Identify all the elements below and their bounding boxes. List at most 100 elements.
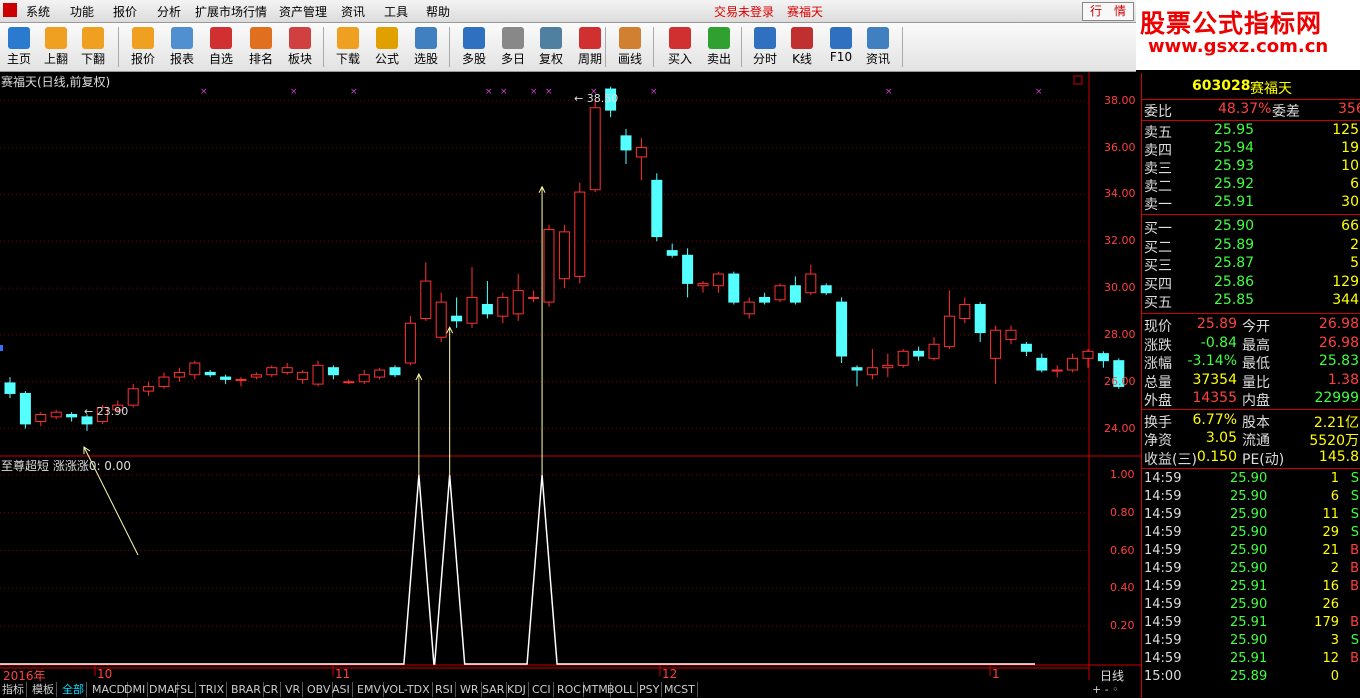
toolbar-button-10[interactable]: 选股 (407, 25, 445, 69)
toolbar-button-19[interactable]: K线 (783, 25, 821, 69)
indicator-tab-2[interactable]: 全部 (60, 682, 87, 697)
indicator-tab-4[interactable]: DMI (122, 682, 149, 697)
tick-row: 14:59 25.91 16 B (1144, 579, 1359, 594)
menu-item-5[interactable]: 资产管理 (279, 3, 327, 20)
toolbar-label: 排名 (248, 52, 273, 66)
toolbar-icon-19 (791, 27, 813, 49)
candle-body (220, 376, 232, 380)
price-tick-label: 38.00 (1104, 93, 1136, 107)
menu-item-4[interactable]: 扩展市场行情 (195, 3, 267, 20)
toolbar-button-18[interactable]: 分时 (746, 25, 784, 69)
candle-body (682, 254, 694, 284)
toolbar-label: 资讯 (865, 52, 890, 66)
toolbar-label: 复权 (538, 52, 563, 66)
indicator-tab-17[interactable]: SAR (480, 682, 508, 697)
toolbar-icon-8 (337, 27, 359, 49)
indicator-tab-18[interactable]: KDJ (505, 682, 529, 697)
toolbar-icon-2 (82, 27, 104, 49)
sell-level-2: 卖二 25.92 6 (1144, 176, 1359, 195)
login-status[interactable]: 交易未登录 (714, 3, 774, 20)
indicator-tab-7[interactable]: TRIX (197, 682, 228, 697)
menu-item-7[interactable]: 工具 (384, 3, 408, 20)
indicator-tab-6[interactable]: FSL (172, 682, 197, 697)
zoom-controls[interactable]: + - ◦ (1092, 683, 1136, 698)
candle-body (235, 378, 247, 381)
quote-button[interactable]: 行 情 (1082, 2, 1134, 21)
indicator-tab-19[interactable]: CCI (530, 682, 554, 697)
brand-title: 股票公式指标网 (1140, 9, 1323, 38)
candle-body (928, 343, 940, 359)
indicator-tab-16[interactable]: WR (458, 682, 482, 697)
candle-body (327, 367, 339, 376)
tick-row: 14:59 25.90 26 (1144, 597, 1339, 612)
toolbar-button-8[interactable]: 下载 (329, 25, 367, 69)
toolbar-button-1[interactable]: 上翻 (37, 25, 75, 69)
price-tick-label: 30.00 (1104, 281, 1136, 295)
toolbar-button-7[interactable]: 板块 (281, 25, 319, 69)
chart-area[interactable]: × × × × × × × × × × ×← 38.50← 23.90 (0, 72, 1141, 682)
candle-body (805, 273, 817, 294)
toolbar-button-0[interactable]: 主页 (0, 25, 38, 69)
candle-body (312, 364, 324, 385)
toolbar-label: 公式 (374, 52, 399, 66)
date-label: 11 (335, 667, 351, 681)
buy-level-4: 买四 25.86 129 (1144, 273, 1359, 293)
toolbar-button-12[interactable]: 多日 (494, 25, 532, 69)
candle-body (404, 322, 416, 364)
indicator-tab-23[interactable]: PSY (637, 682, 663, 697)
menu-item-2[interactable]: 报价 (113, 3, 137, 20)
svg-text:×: × (290, 87, 298, 97)
menu-item-6[interactable]: 资讯 (341, 3, 365, 20)
candle-body (281, 367, 293, 373)
toolbar-button-9[interactable]: 公式 (368, 25, 406, 69)
stock-header: 603028 赛福天 (1142, 78, 1360, 97)
toolbar-icon-11 (463, 27, 485, 49)
stat-row-3: 总量 37354 量比 1.38 (1144, 371, 1359, 391)
menu-item-3[interactable]: 分析 (157, 3, 181, 20)
candle-body (943, 315, 955, 348)
toolbar-button-16[interactable]: 买入 (661, 25, 699, 69)
toolbar-button-11[interactable]: 多股 (455, 25, 493, 69)
indicator-tab-15[interactable]: RSI (433, 682, 456, 697)
candle-body (959, 303, 971, 320)
candle-body (250, 374, 262, 378)
candle-body (1005, 329, 1017, 341)
toolbar-button-6[interactable]: 排名 (242, 25, 280, 69)
tick-row: 14:59 25.90 2 B (1144, 561, 1359, 576)
indicator-tab-12[interactable]: ASI (330, 682, 353, 697)
toolbar-button-15[interactable]: 画线 (611, 25, 649, 69)
menu-item-8[interactable]: 帮助 (426, 3, 450, 20)
tick-row: 14:59 25.91 12 B (1144, 651, 1359, 666)
toolbar-button-3[interactable]: 报价 (124, 25, 162, 69)
menu-item-0[interactable]: 系统 (26, 3, 50, 20)
sell-level-4: 卖四 25.94 19 (1144, 140, 1359, 159)
buy-level-1: 买一 25.90 66 (1144, 218, 1359, 237)
indicator-tab-9[interactable]: CR (261, 682, 282, 697)
toolbar-button-2[interactable]: 下翻 (74, 25, 112, 69)
candle-body (173, 371, 185, 378)
candle-body (697, 282, 709, 287)
toolbar-button-21[interactable]: 资讯 (859, 25, 897, 69)
indicator-tab-8[interactable]: BRAR (229, 682, 264, 697)
indicator-tab-10[interactable]: VR (283, 682, 304, 697)
candle-body (204, 371, 216, 376)
toolbar-button-17[interactable]: 卖出 (700, 25, 738, 69)
candle-body (420, 280, 432, 320)
indicator-tab-14[interactable]: VOL-TDX (380, 682, 433, 697)
indicator-tab-1[interactable]: 模板 (30, 682, 57, 697)
indicator-tab-0[interactable]: 指标 (0, 682, 27, 697)
toolbar-button-4[interactable]: 报表 (163, 25, 201, 69)
date-label: 10 (97, 667, 113, 681)
indicator-tab-22[interactable]: BOLL (605, 682, 639, 697)
brand-banner: 股票公式指标网 www.gsxz.com.cn (1136, 0, 1360, 70)
indicator-tab-24[interactable]: MCST (662, 682, 698, 697)
toolbar-button-20[interactable]: F10 (822, 25, 860, 69)
toolbar-button-5[interactable]: 自选 (202, 25, 240, 69)
candle-body (389, 367, 401, 376)
toolbar-button-13[interactable]: 复权 (532, 25, 570, 69)
toolbar-button-14[interactable]: 周期 (571, 25, 609, 69)
toolbar-label: 自选 (208, 52, 233, 66)
menu-item-1[interactable]: 功能 (70, 3, 94, 20)
svg-text:×: × (545, 87, 553, 97)
candle-body (451, 315, 463, 322)
